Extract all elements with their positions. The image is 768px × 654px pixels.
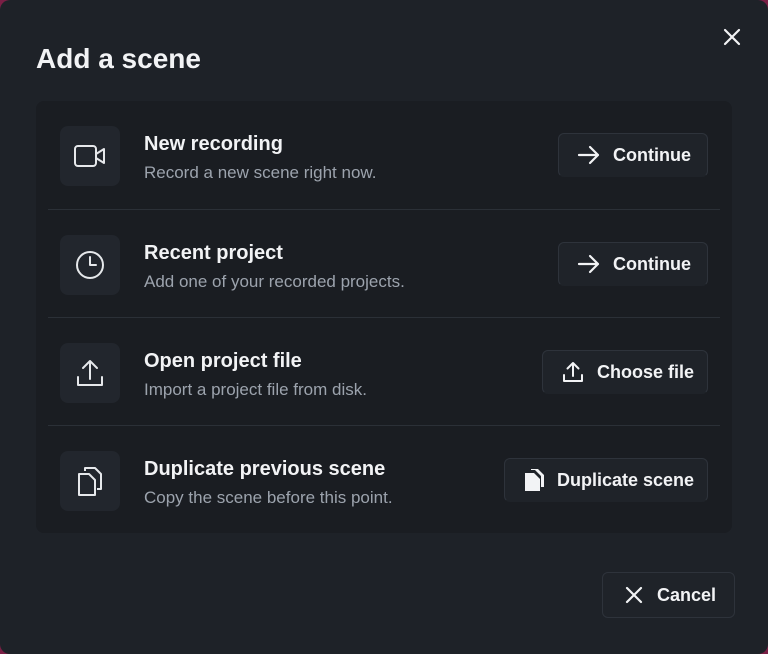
option-title: Open project file — [144, 350, 302, 372]
add-scene-dialog: Add a scene New recording Record a new s… — [0, 0, 768, 654]
video-camera-icon — [74, 145, 105, 167]
cancel-button[interactable]: Cancel — [602, 572, 736, 618]
button-label: Continue — [613, 144, 691, 165]
clock-icon — [76, 251, 104, 279]
continue-button[interactable]: Continue — [558, 242, 708, 286]
button-label: Duplicate scene — [557, 469, 695, 490]
option-description: Add one of your recorded projects. — [144, 272, 405, 291]
option-icon-tile — [60, 126, 120, 186]
close-icon — [723, 28, 741, 46]
option-recent-project: Recent project Add one of your recorded … — [48, 209, 720, 318]
choose-file-button[interactable]: Choose file — [542, 350, 708, 394]
button-label: Continue — [613, 253, 691, 274]
close-button[interactable] — [716, 21, 748, 53]
dialog-title: Add a scene — [36, 43, 201, 74]
upload-icon — [77, 360, 103, 386]
arrow-right-icon — [577, 254, 600, 274]
duplicate-scene-button[interactable]: Duplicate scene — [504, 458, 708, 502]
option-icon-tile — [60, 235, 120, 295]
option-title: Duplicate previous scene — [144, 458, 386, 480]
copy-filled-icon — [525, 469, 544, 491]
options-panel: New recording Record a new scene right n… — [36, 101, 732, 533]
continue-button[interactable]: Continue — [558, 133, 708, 177]
upload-icon — [563, 362, 583, 382]
option-title: New recording — [144, 133, 283, 155]
button-label: Choose file — [597, 361, 695, 382]
option-description: Import a project file from disk. — [144, 380, 367, 399]
option-open-project-file: Open project file Import a project file … — [48, 317, 720, 426]
option-new-recording: New recording Record a new scene right n… — [48, 101, 720, 209]
arrow-right-icon — [577, 145, 600, 165]
option-description: Record a new scene right now. — [144, 163, 377, 182]
option-icon-tile — [60, 451, 120, 511]
option-icon-tile — [60, 343, 120, 403]
option-title: Recent project — [144, 242, 283, 264]
option-duplicate-previous-scene: Duplicate previous scene Copy the scene … — [48, 425, 720, 534]
copy-icon — [78, 467, 102, 496]
close-icon — [625, 586, 643, 604]
cancel-label: Cancel — [657, 584, 717, 605]
option-description: Copy the scene before this point. — [144, 488, 393, 507]
